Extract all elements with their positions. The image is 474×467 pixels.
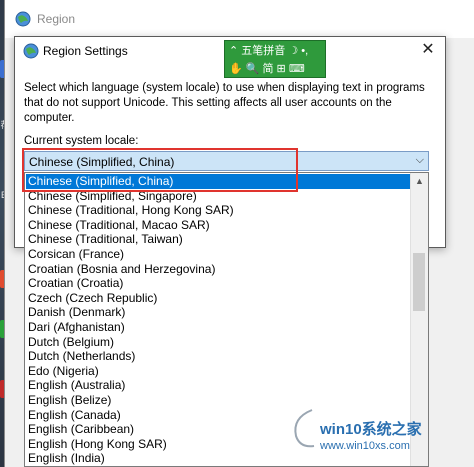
locale-list-item[interactable]: Corsican (France) bbox=[26, 247, 414, 262]
current-locale-label: Current system locale: bbox=[24, 135, 139, 147]
locale-list-item[interactable]: Dari (Afghanistan) bbox=[26, 320, 414, 335]
watermark-logo-icon bbox=[292, 407, 315, 449]
ime-toolbar[interactable]: ⌃ 五笔拼音 ☽ •, ✋ 🔍 简 ⊞ ⌨ bbox=[224, 40, 326, 78]
dialog-description: Select which language (system locale) to… bbox=[24, 82, 425, 124]
combobox-value: Chinese (Simplified, China) bbox=[29, 155, 175, 169]
dialog-title: Region Settings bbox=[43, 44, 128, 58]
locale-list-item[interactable]: Dutch (Netherlands) bbox=[26, 349, 414, 364]
region-window-title: Region bbox=[37, 12, 76, 26]
locale-list-item[interactable]: Edo (Nigeria) bbox=[26, 364, 414, 379]
locale-list-item[interactable]: Croatian (Bosnia and Herzegovina) bbox=[26, 262, 414, 277]
watermark-title: win10系统之家 bbox=[320, 421, 422, 438]
locale-list-item[interactable]: Chinese (Traditional, Macao SAR) bbox=[26, 218, 414, 233]
ime-toolbar-row-2[interactable]: ✋ 🔍 简 ⊞ ⌨ bbox=[229, 60, 305, 76]
globe-icon bbox=[15, 11, 31, 27]
locale-list-item[interactable]: Chinese (Traditional, Hong Kong SAR) bbox=[26, 203, 414, 218]
scroll-thumb[interactable] bbox=[413, 253, 425, 311]
locale-list-item[interactable]: Chinese (Simplified, Singapore) bbox=[26, 189, 414, 204]
locale-list-item[interactable]: Chinese (Traditional, Taiwan) bbox=[26, 232, 414, 247]
locale-list-item[interactable]: Danish (Denmark) bbox=[26, 305, 414, 320]
locale-list-item[interactable]: Dutch (Belgium) bbox=[26, 335, 414, 350]
watermark-url: www.win10xs.com bbox=[320, 440, 410, 452]
close-icon: ✕ bbox=[421, 41, 435, 58]
chevron-down-icon[interactable]: ⌵ bbox=[416, 154, 424, 167]
locale-list-item[interactable]: Croatian (Croatia) bbox=[26, 276, 414, 291]
locale-list-item[interactable]: Czech (Czech Republic) bbox=[26, 291, 414, 306]
locale-list-item[interactable]: Chinese (Simplified, China) bbox=[26, 174, 414, 189]
globe-icon bbox=[23, 43, 39, 59]
locale-list-item[interactable]: English (Australia) bbox=[26, 378, 414, 393]
ime-toolbar-row-1[interactable]: ⌃ 五笔拼音 ☽ •, bbox=[229, 42, 308, 58]
system-locale-combobox[interactable]: Chinese (Simplified, China) ⌵ bbox=[24, 151, 429, 171]
close-button[interactable]: ✕ bbox=[417, 39, 439, 61]
region-window-titlebar[interactable]: Region bbox=[5, 0, 474, 38]
watermark: win10系统之家 www.win10xs.com bbox=[286, 400, 474, 462]
scroll-up-arrow-icon[interactable]: ▲ bbox=[411, 173, 428, 190]
